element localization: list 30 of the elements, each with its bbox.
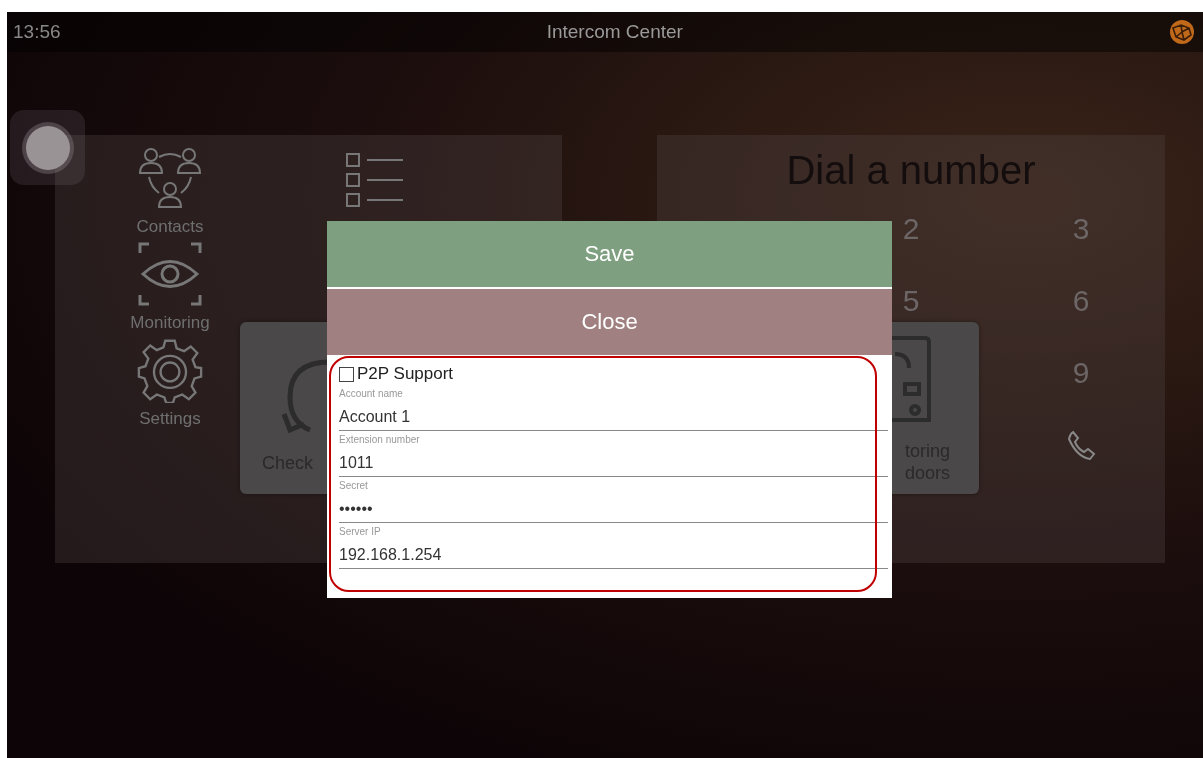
save-button[interactable]: Save — [327, 221, 892, 287]
people-icon[interactable] — [137, 145, 203, 211]
dial-key[interactable]: 6 — [1072, 284, 1090, 318]
list-icon[interactable] — [345, 150, 405, 210]
input-field[interactable]: Server IP 192.168.1.254 — [339, 523, 888, 569]
app-title: Intercom Center — [546, 21, 683, 43]
input-field[interactable]: Extension number 1011 — [339, 431, 888, 477]
floating-button[interactable] — [10, 110, 85, 185]
checkbox[interactable] — [339, 366, 354, 382]
clock-time: 13:56 — [13, 21, 61, 43]
menu-label[interactable]: Monitoring — [130, 311, 210, 335]
input-field[interactable]: Account name Account 1 — [339, 385, 888, 431]
dial-key[interactable]: 2 — [902, 212, 920, 246]
menu-label[interactable]: Contacts — [136, 215, 204, 239]
intercom-icon — [891, 334, 931, 424]
field-value: 192.168.1.254 — [339, 545, 442, 565]
dial-key[interactable]: 5 — [902, 284, 920, 318]
close-button[interactable]: Close — [327, 289, 892, 355]
globe-icon[interactable] — [1169, 19, 1195, 45]
dial-key[interactable]: 9 — [1072, 356, 1090, 390]
eye-icon[interactable] — [137, 241, 203, 307]
menu-label[interactable]: Settings — [139, 407, 201, 431]
phone-icon[interactable] — [1065, 429, 1097, 461]
settings-icon[interactable] — [137, 337, 203, 403]
field-value: 1011 — [339, 453, 374, 473]
dial-key[interactable]: 3 — [1072, 212, 1090, 246]
field-label: Server IP — [339, 525, 381, 539]
field-value: •••••• — [339, 499, 373, 519]
input-field[interactable]: Secret •••••• — [339, 477, 888, 523]
field-label: Secret — [339, 479, 368, 493]
